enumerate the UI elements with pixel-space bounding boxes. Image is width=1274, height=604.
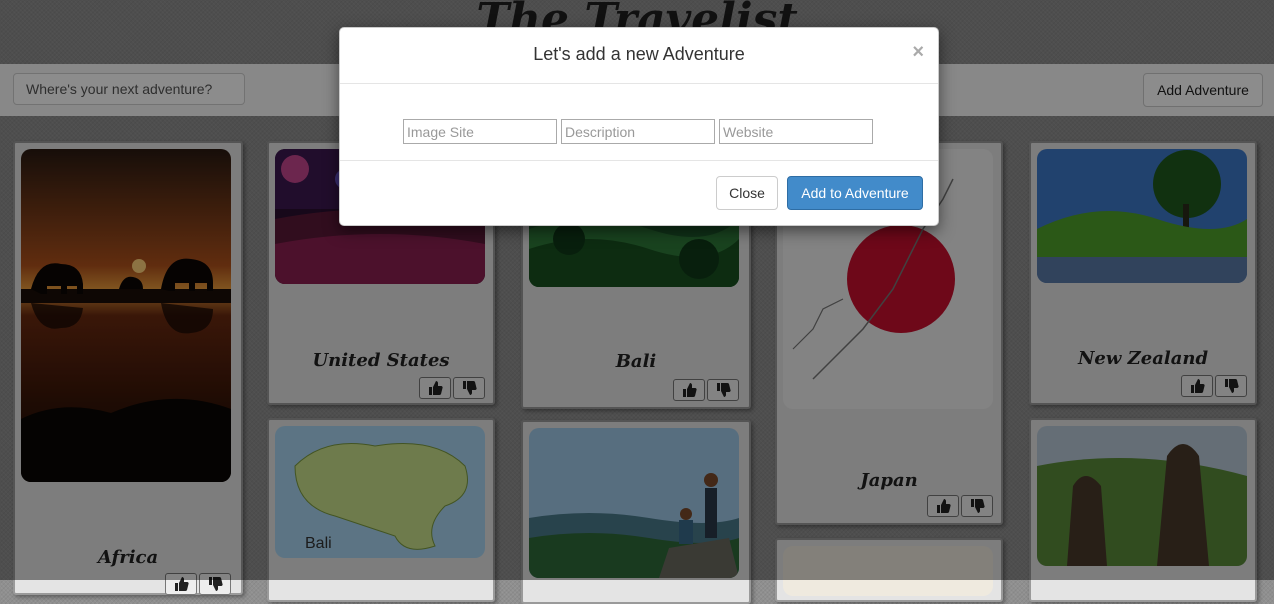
modal-body [340,84,938,161]
image-site-input[interactable] [403,119,557,144]
description-input[interactable] [561,119,715,144]
modal-title: Let's add a new Adventure [533,44,745,64]
add-adventure-modal: Let's add a new Adventure × Close Add to… [339,27,939,226]
add-to-adventure-button[interactable]: Add to Adventure [787,176,923,210]
website-input[interactable] [719,119,873,144]
close-icon[interactable]: × [912,42,924,62]
modal-header: Let's add a new Adventure × [340,28,938,84]
close-button[interactable]: Close [716,176,778,210]
